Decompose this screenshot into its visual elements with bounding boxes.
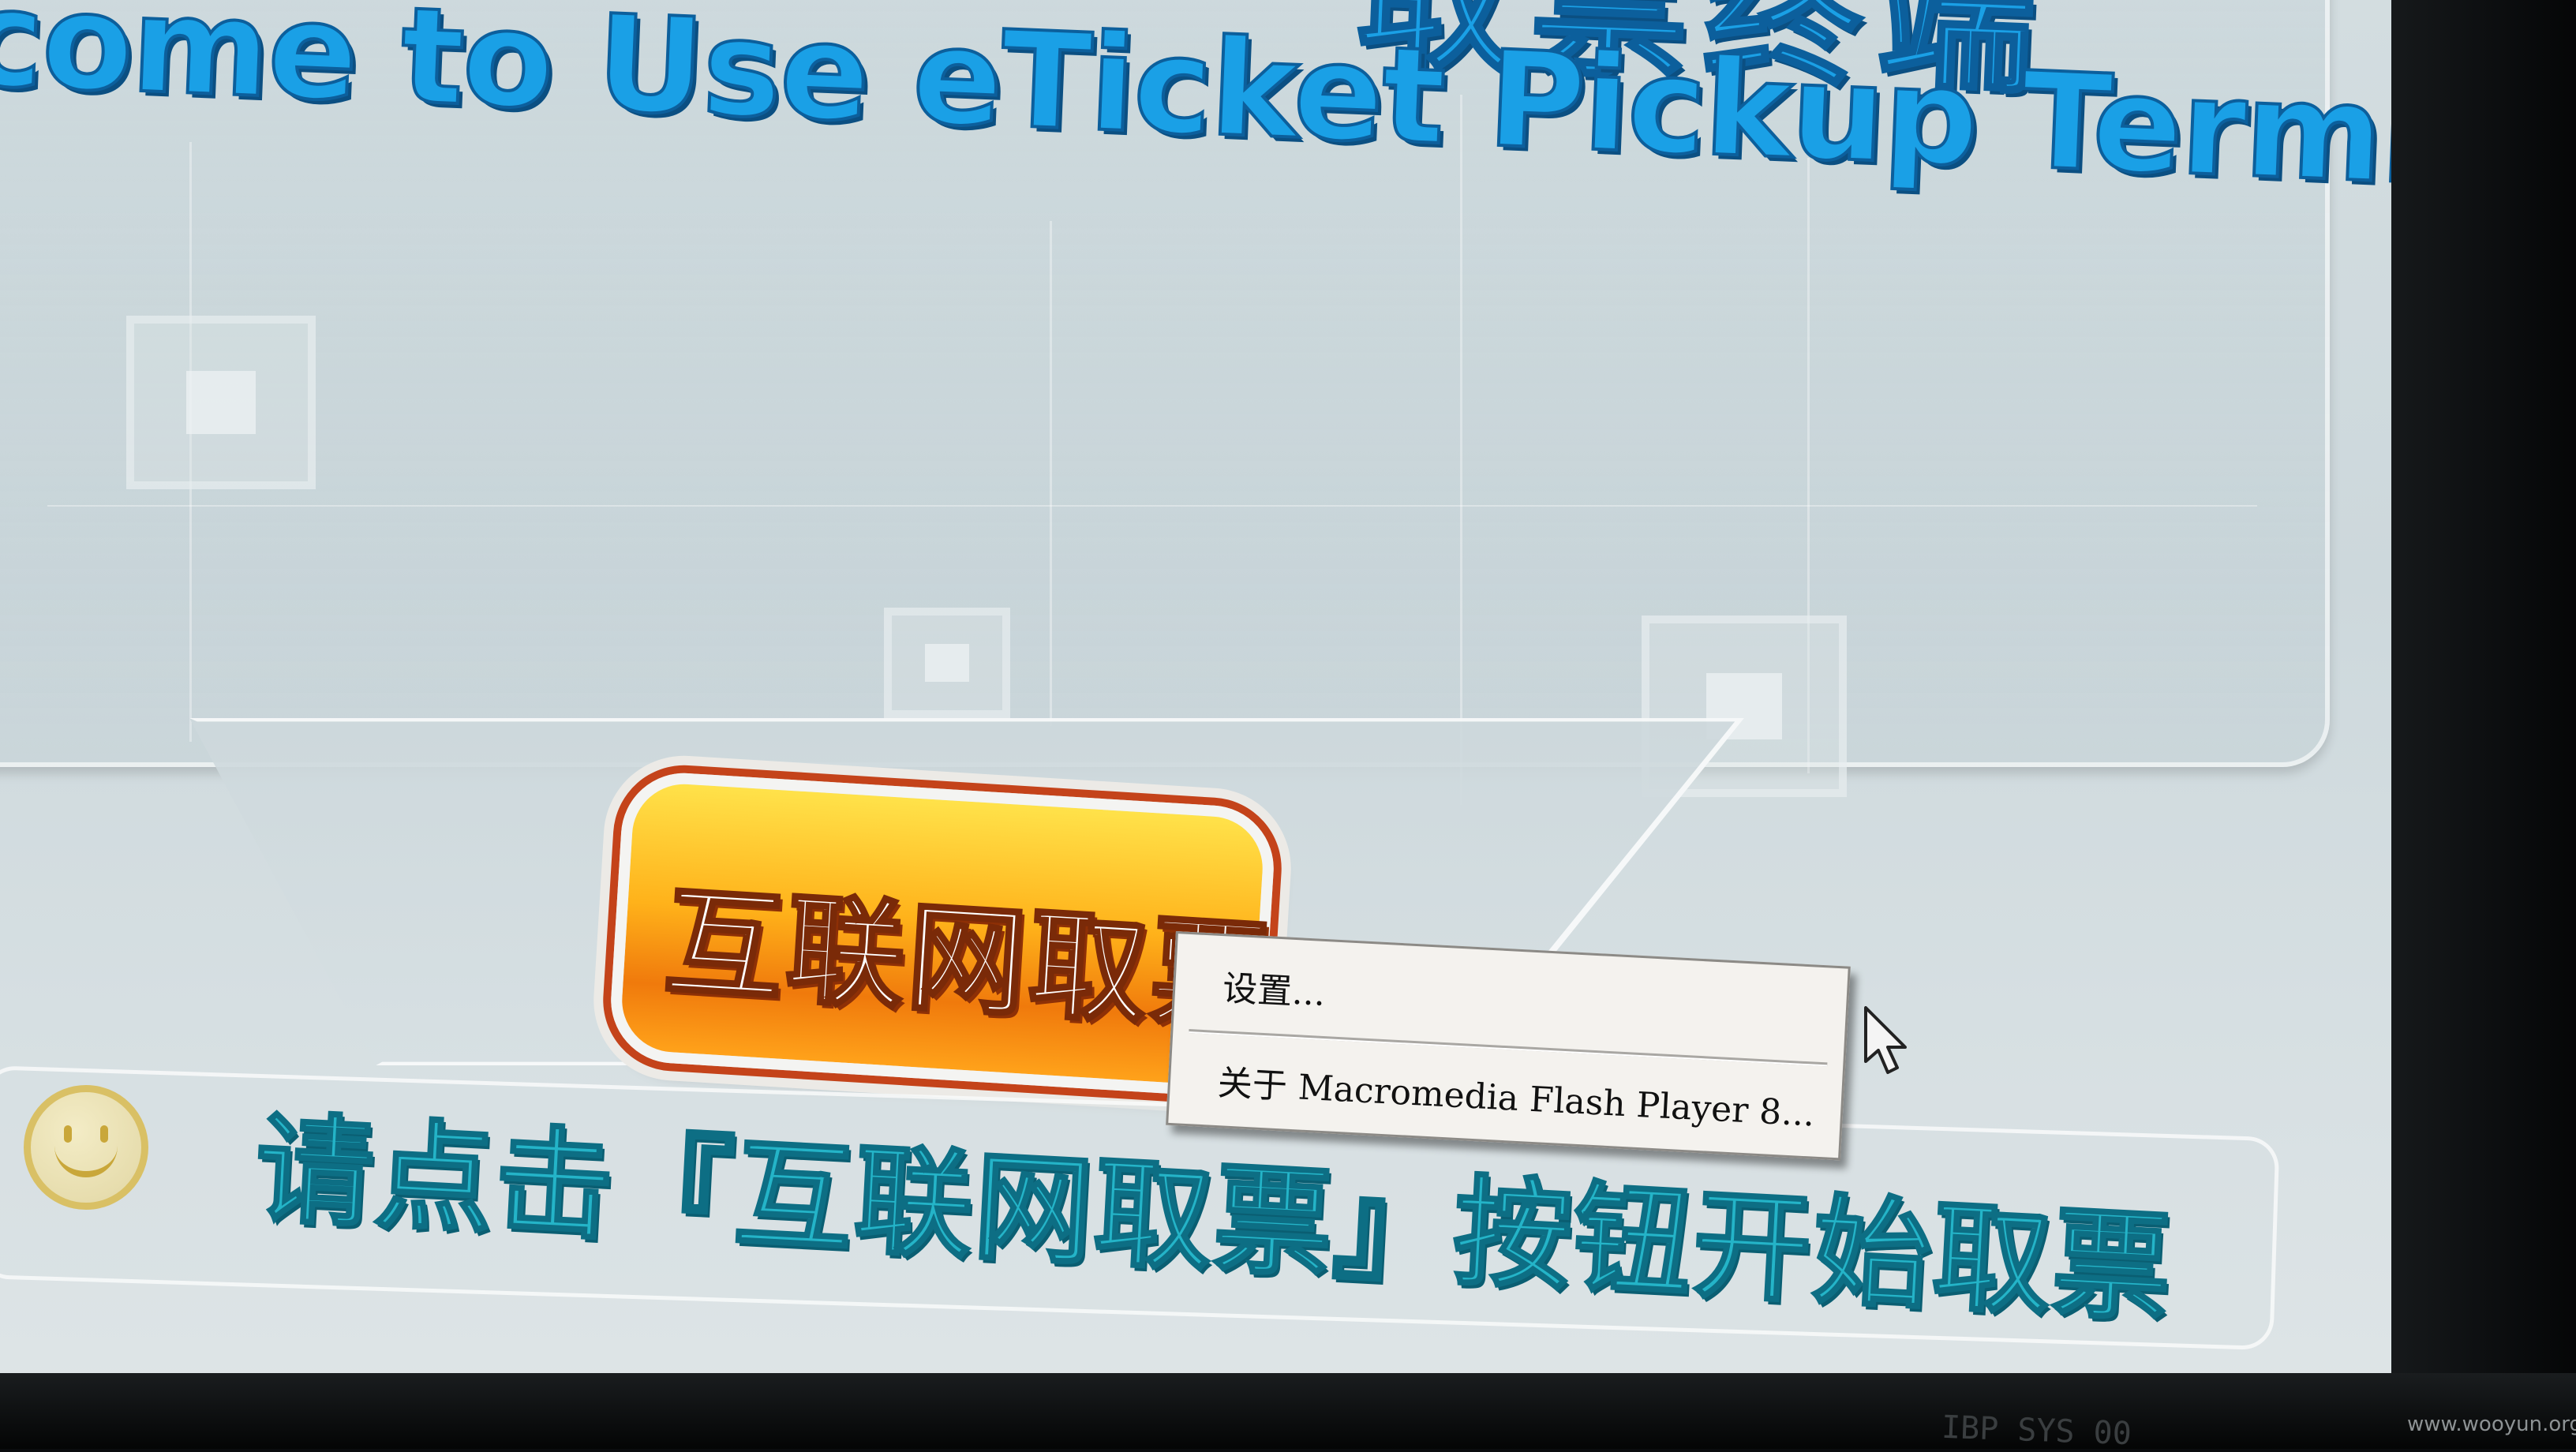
decorative-square bbox=[884, 608, 1010, 718]
grid-line bbox=[1050, 221, 1052, 726]
grid-line bbox=[1460, 95, 1462, 805]
kiosk-screen: 取票终端 come to Use eTicket Pickup Terminal… bbox=[0, 0, 2391, 1449]
menu-item-settings[interactable]: 设置... bbox=[1222, 960, 1327, 1016]
grid-line bbox=[47, 505, 2257, 507]
decorative-square bbox=[126, 316, 316, 489]
smiley-icon bbox=[24, 1085, 148, 1210]
footer-code: IBP SYS 00 bbox=[1941, 1409, 2132, 1452]
monitor-bezel-bottom bbox=[0, 1373, 2576, 1449]
monitor-bezel-right bbox=[2391, 0, 2576, 1449]
flash-context-menu: 设置... 关于 Macromedia Flash Player 8... bbox=[1166, 931, 1851, 1161]
watermark: www.wooyun.org bbox=[2407, 1413, 2576, 1436]
arrow-cursor-icon bbox=[1864, 1006, 1907, 1074]
menu-item-about-flash[interactable]: 关于 Macromedia Flash Player 8... bbox=[1217, 1054, 1816, 1136]
